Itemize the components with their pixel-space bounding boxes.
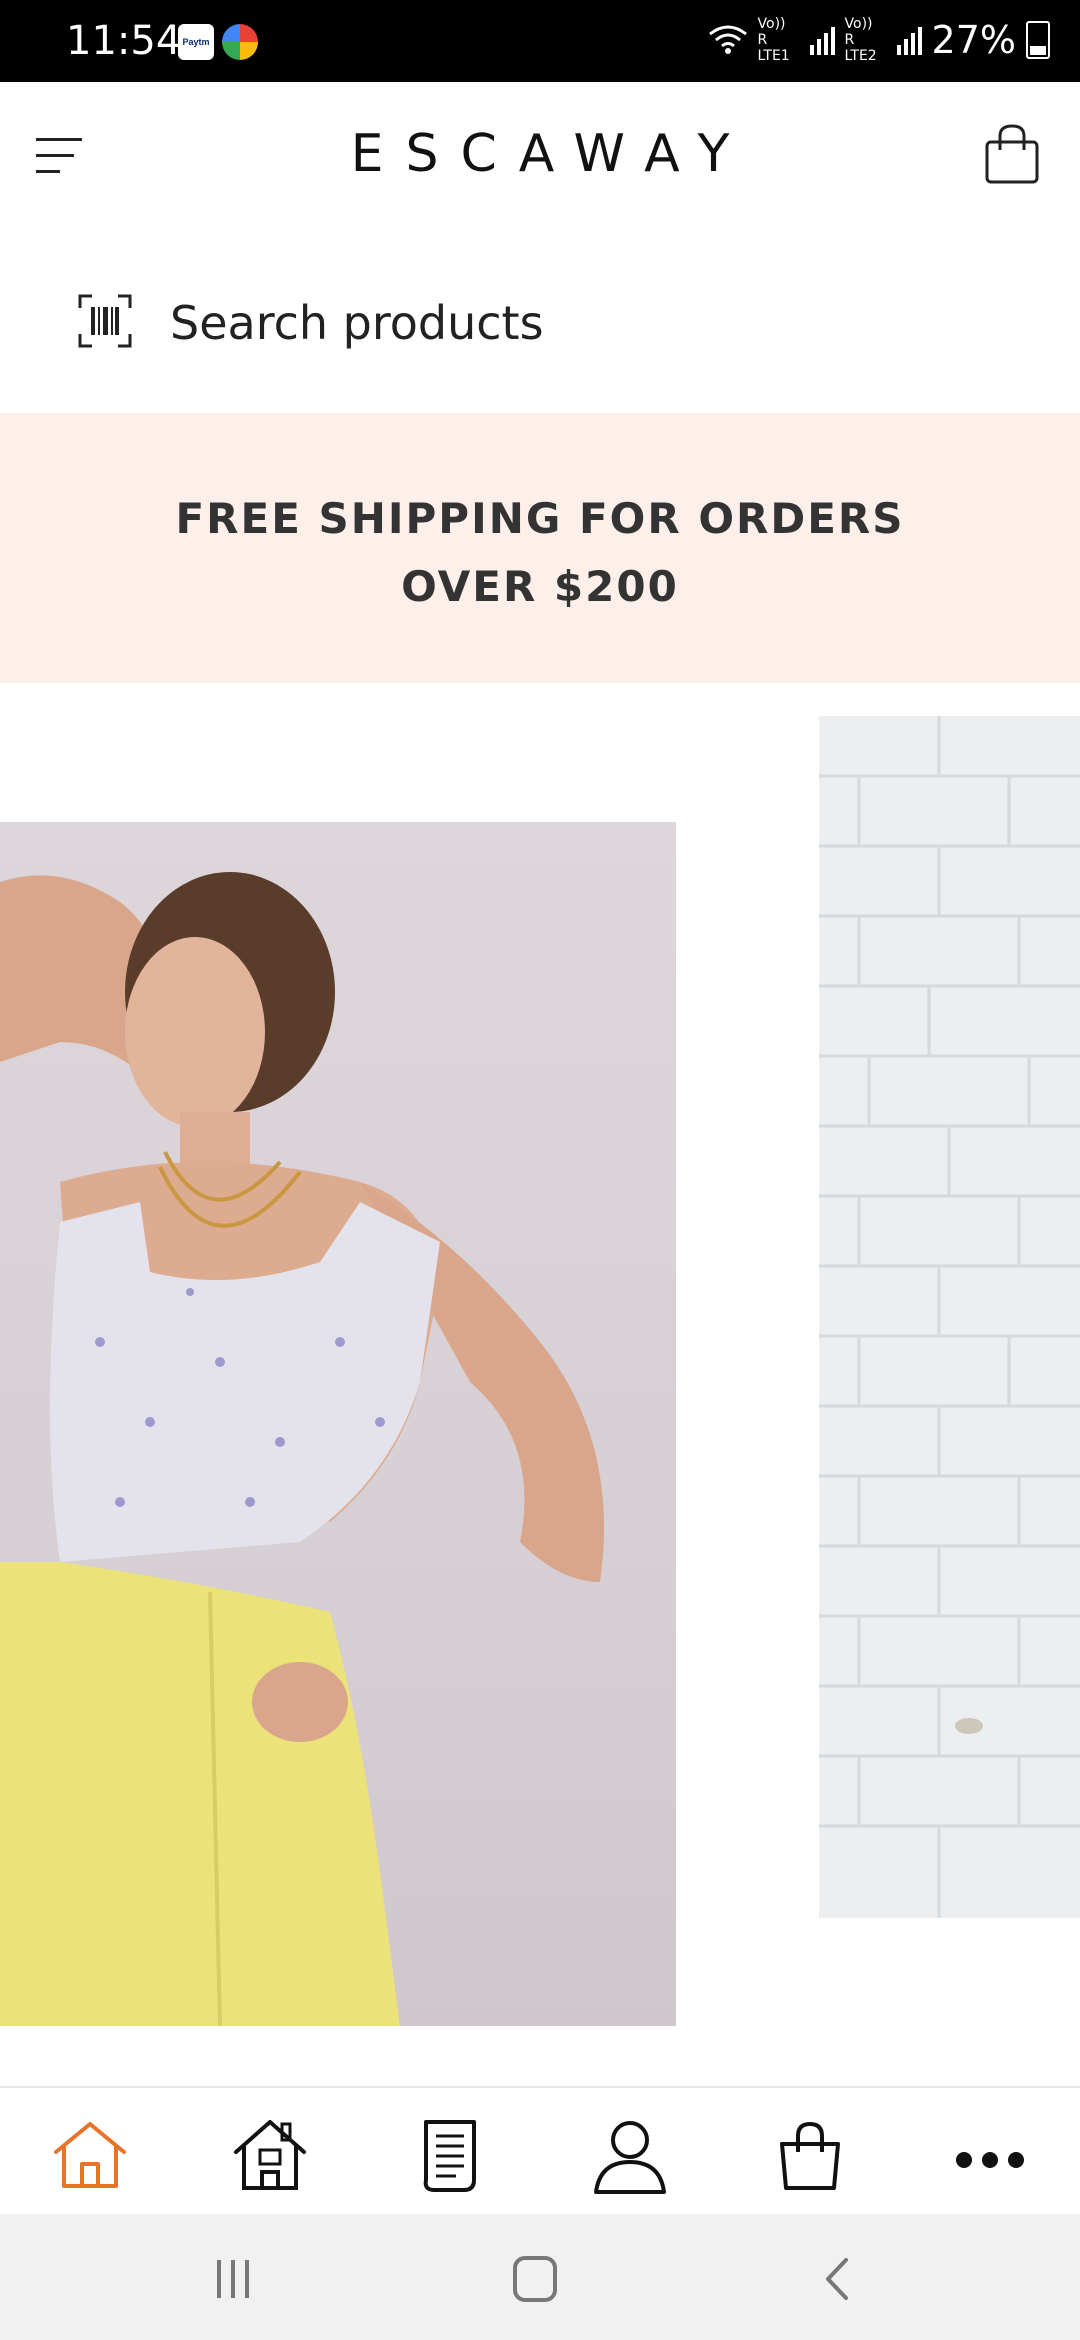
- promo-banner: FREE SHIPPING FOR ORDERS OVER $200: [0, 413, 1080, 683]
- back-icon[interactable]: [808, 2254, 868, 2304]
- promo-line-2: OVER $200: [401, 562, 679, 611]
- status-bar: 11:54 Paytm Vo)) R LTE1 Vo)) R LTE2 27%: [0, 0, 1080, 82]
- battery-percent: 27%: [931, 18, 1016, 62]
- home-icon[interactable]: [50, 2116, 130, 2196]
- document-icon[interactable]: [410, 2116, 490, 2196]
- product-image-model[interactable]: [0, 822, 676, 2026]
- store-icon[interactable]: [230, 2116, 310, 2196]
- network-label-1: Vo)) R LTE1: [757, 16, 790, 64]
- search-input[interactable]: Search products: [170, 296, 544, 350]
- barcode-scan-icon[interactable]: [78, 294, 132, 348]
- model-photo-illustration: [0, 872, 604, 2026]
- brick-wall-illustration: [819, 716, 1080, 1918]
- app-header: ESCAWAY: [0, 82, 1080, 232]
- battery-icon: [1026, 21, 1050, 59]
- recent-apps-icon[interactable]: [203, 2254, 263, 2304]
- search-bar[interactable]: Search products: [0, 232, 1080, 412]
- wifi-icon: [708, 25, 747, 54]
- network-label-2: Vo)) R LTE2: [844, 16, 877, 64]
- paytm-notification-icon: Paytm: [178, 24, 214, 60]
- signal-icon-2: [896, 25, 922, 55]
- more-icon[interactable]: [950, 2116, 1030, 2196]
- cart-icon[interactable]: [984, 122, 1040, 186]
- app-notification-icon: [222, 24, 258, 60]
- account-icon[interactable]: [590, 2116, 670, 2196]
- product-image-brick[interactable]: [819, 716, 1080, 1918]
- signal-icon-1: [809, 25, 835, 55]
- home-button-icon[interactable]: [505, 2254, 565, 2304]
- status-indicators: Vo)) R LTE1 Vo)) R LTE2 27%: [708, 16, 1050, 64]
- status-time: 11:54: [66, 18, 182, 64]
- brand-logo[interactable]: ESCAWAY: [0, 124, 1080, 184]
- system-navigation-bar: [0, 2214, 1080, 2340]
- bag-icon[interactable]: [770, 2116, 850, 2196]
- bottom-navigation: [0, 2086, 1080, 2216]
- promo-line-1: FREE SHIPPING FOR ORDERS: [175, 494, 905, 543]
